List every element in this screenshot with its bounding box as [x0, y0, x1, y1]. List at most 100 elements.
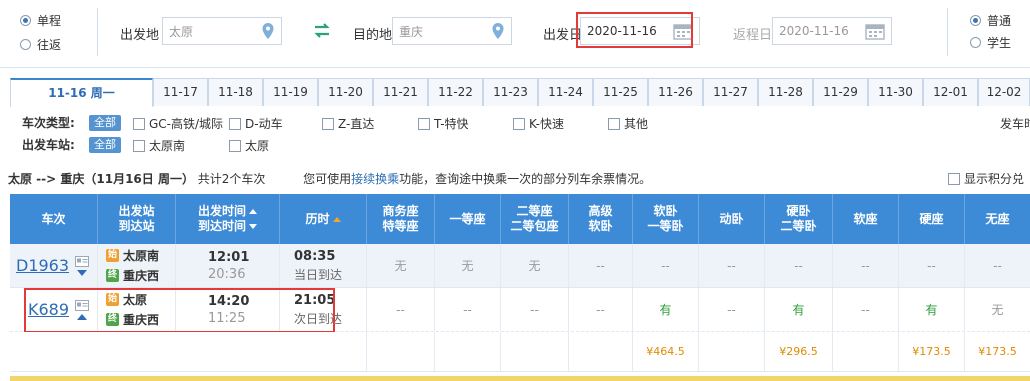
tab-date[interactable]: 12-01: [923, 78, 978, 106]
checkbox-gc[interactable]: GC-高铁/城际: [133, 115, 223, 132]
seat-cell-available[interactable]: 有: [633, 288, 699, 331]
checkbox-z[interactable]: Z-直达: [322, 115, 374, 132]
col-hard-seat: 硬座: [899, 194, 965, 244]
transfer-link[interactable]: 接续换乘: [351, 172, 399, 186]
checkbox-box: [133, 117, 145, 130]
radio-ticket-student[interactable]: 学生: [970, 34, 1011, 51]
divider: [97, 8, 98, 56]
checkbox-label: T-特快: [434, 117, 469, 131]
checkbox-label: K-快速: [529, 117, 564, 131]
checkbox-label: 太原南: [149, 139, 186, 153]
tab-date[interactable]: 11-25: [593, 78, 648, 106]
radio-dot: [20, 39, 31, 50]
checkbox-t[interactable]: T-特快: [418, 115, 469, 132]
tab-date[interactable]: 11-17: [153, 78, 208, 106]
date-tabs: 11-16 周一 11-17 11-18 11-19 11-20 11-21 1…: [10, 78, 1030, 107]
checkbox-other[interactable]: 其他: [608, 115, 648, 132]
route-summary: 太原 --> 重庆（11月16日 周一）: [8, 172, 194, 186]
col-times[interactable]: 出发时间 到达时间: [176, 194, 280, 244]
train-number-link[interactable]: D1963: [16, 256, 69, 275]
from-value: 太原: [169, 24, 194, 39]
seat-cell: --: [699, 244, 765, 287]
transfer-tip-suffix: 功能，查询途中换乘一次的部分列车余票情况。: [399, 172, 652, 186]
col-label: 硬卧: [786, 204, 811, 218]
show-points-checkbox[interactable]: 显示积分兑: [948, 170, 1024, 187]
seat-cell: 无: [501, 244, 569, 287]
divider: [947, 8, 948, 56]
col-label: 车次: [41, 211, 66, 226]
price-spacer: [10, 332, 367, 371]
tab-date[interactable]: 11-29: [813, 78, 868, 106]
tab-date[interactable]: 12-02: [978, 78, 1030, 106]
tab-date[interactable]: 11-24: [538, 78, 593, 106]
radio-round-trip[interactable]: 往返: [20, 36, 61, 53]
station-name: 重庆西: [123, 269, 160, 283]
location-pin-icon: [492, 23, 504, 39]
price-cell: ¥296.5: [765, 332, 833, 371]
checkbox-station-taiyuan-south[interactable]: 太原南: [133, 137, 185, 154]
radio-label: 普通: [987, 14, 1012, 28]
radio-ticket-normal[interactable]: 普通: [970, 12, 1011, 29]
sort-asc-icon: [332, 216, 341, 222]
checkbox-station-taiyuan[interactable]: 太原: [229, 137, 269, 154]
price-cell: ¥173.5: [899, 332, 965, 371]
checkbox-k[interactable]: K-快速: [513, 115, 564, 132]
seat-cell-available[interactable]: 有: [765, 288, 833, 331]
seat-cell: --: [833, 288, 899, 331]
arrival-day: 当日到达: [294, 267, 343, 282]
radio-one-way[interactable]: 单程: [20, 12, 61, 29]
sort-up-icon: [249, 209, 257, 214]
return-date-input[interactable]: 2020-11-16: [772, 17, 892, 45]
seat-cell-available[interactable]: 有: [899, 288, 965, 331]
train-type-filter: 车次类型:: [22, 114, 75, 131]
info-card-icon[interactable]: [75, 255, 90, 267]
duration-cell: 08:35 当日到达: [280, 244, 367, 287]
tab-date[interactable]: 11-22: [428, 78, 483, 106]
price-row: ¥464.5 ¥296.5 ¥173.5 ¥173.5: [10, 332, 1030, 372]
location-pin-icon: [262, 23, 274, 39]
col-duration[interactable]: 历时: [280, 194, 367, 244]
col-label: 特等座: [382, 219, 419, 233]
station-all-button[interactable]: 全部: [89, 137, 121, 153]
tab-date[interactable]: 11-23: [483, 78, 538, 106]
tab-date[interactable]: 11-18: [208, 78, 263, 106]
expand-down-icon[interactable]: [77, 269, 88, 276]
col-soft-sleeper: 软卧 一等卧: [633, 194, 699, 244]
radio-label: 单程: [37, 14, 62, 28]
col-label: 硬座: [919, 211, 944, 226]
col-moving-sleeper: 动卧: [699, 194, 765, 244]
seat-cell: --: [633, 244, 699, 287]
to-value: 重庆: [399, 24, 424, 39]
tab-date[interactable]: 11-19: [263, 78, 318, 106]
to-station-input[interactable]: 重庆: [392, 17, 512, 45]
checkbox-box: [322, 117, 334, 130]
price-cell: [367, 332, 435, 371]
to-label: 目的地: [353, 28, 393, 43]
times-cell: 12:01 20:36: [176, 244, 280, 287]
checkbox-box: [513, 117, 525, 130]
seat-cell: --: [569, 288, 633, 331]
radio-dot: [970, 37, 981, 48]
swap-icon[interactable]: [312, 22, 332, 40]
tab-date[interactable]: 11-26: [648, 78, 703, 106]
checkbox-box: [133, 139, 145, 152]
checkbox-box: [229, 117, 241, 130]
col-label: 软座: [853, 211, 878, 226]
tab-date-active[interactable]: 11-16 周一: [10, 78, 153, 107]
tab-date[interactable]: 11-27: [703, 78, 758, 106]
train-type-label: 车次类型:: [22, 116, 75, 130]
tab-date[interactable]: 11-30: [868, 78, 923, 106]
train-count: 共计2个车次: [197, 172, 266, 186]
station-filter-label: 出发车站:: [22, 138, 75, 152]
seat-cell: --: [367, 288, 435, 331]
tab-date[interactable]: 11-20: [318, 78, 373, 106]
tab-date[interactable]: 11-28: [758, 78, 813, 106]
checkbox-d[interactable]: D-动车: [229, 115, 283, 132]
stations-cell: 始太原南 终重庆西: [98, 244, 176, 287]
search-panel: 单程 往返 出发地 太原 目的地 重庆 出发日 2020-11-16 返程日 2…: [0, 0, 1030, 68]
transfer-tip-prefix: 您可使用: [303, 172, 352, 186]
price-cell: [833, 332, 899, 371]
tab-date[interactable]: 11-21: [373, 78, 428, 106]
train-type-all-button[interactable]: 全部: [89, 115, 121, 131]
from-station-input[interactable]: 太原: [162, 17, 282, 45]
